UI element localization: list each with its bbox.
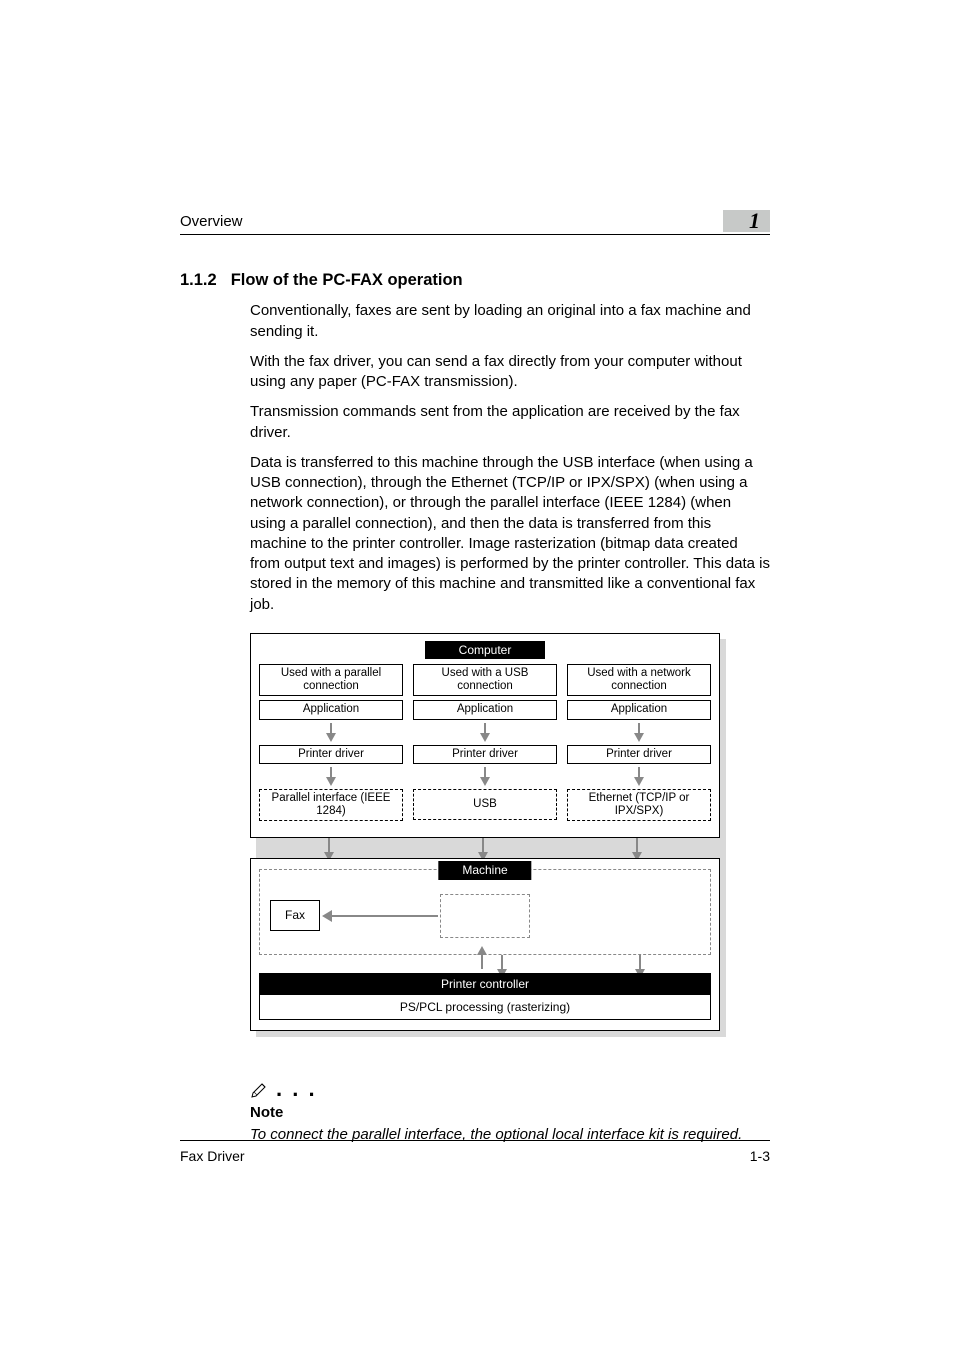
- application-box: Application: [259, 700, 403, 719]
- column-header: Used with a network connection: [567, 664, 711, 696]
- machine-internal-box: [440, 894, 530, 938]
- computer-box: Computer Used with a parallel connection…: [250, 633, 720, 839]
- rasterizing-label: PS/PCL processing (rasterizing): [260, 995, 710, 1019]
- column-header: Used with a USB connection: [413, 664, 557, 696]
- printer-driver-box: Printer driver: [567, 745, 711, 764]
- paragraph: Transmission commands sent from the appl…: [250, 402, 770, 443]
- paragraph: Conventionally, faxes are sent by loadin…: [250, 301, 770, 342]
- paragraph: With the fax driver, you can send a fax …: [250, 352, 770, 393]
- arrow-down-icon: [480, 733, 490, 742]
- printer-driver-box: Printer driver: [259, 745, 403, 764]
- arrow-up-icon: [477, 946, 487, 955]
- note-pencil-icon: [250, 1079, 270, 1099]
- application-box: Application: [413, 700, 557, 719]
- machine-label: Machine: [438, 861, 531, 879]
- chapter-badge: 1: [723, 210, 770, 232]
- note-label: Note: [250, 1103, 770, 1123]
- page-footer: Fax Driver 1-3: [180, 1140, 770, 1166]
- interface-box: USB: [413, 789, 557, 820]
- computer-label: Computer: [425, 641, 546, 659]
- interface-box: Parallel interface (IEEE 1284): [259, 789, 403, 821]
- arrow-left-icon: [322, 910, 332, 922]
- column-parallel: Used with a parallel connection Applicat…: [259, 664, 403, 821]
- column-header: Used with a parallel connection: [259, 664, 403, 696]
- body-text: Conventionally, faxes are sent by loadin…: [250, 301, 770, 615]
- fax-box: Fax: [270, 900, 320, 930]
- arrow-down-icon: [326, 777, 336, 786]
- column-network: Used with a network connection Applicati…: [567, 664, 711, 821]
- flow-diagram: Computer Used with a parallel connection…: [250, 633, 770, 1031]
- printer-driver-box: Printer driver: [413, 745, 557, 764]
- note-block: . . . Note To connect the parallel inter…: [250, 1079, 770, 1146]
- arrow-down-icon: [634, 777, 644, 786]
- arrow-down-icon: [480, 777, 490, 786]
- arrow-down-icon: [634, 733, 644, 742]
- footer-left: Fax Driver: [180, 1147, 245, 1166]
- column-usb: Used with a USB connection Application P…: [413, 664, 557, 821]
- printer-controller-label: Printer controller: [260, 974, 710, 994]
- section-number: 1.1.2: [180, 269, 217, 291]
- footer-right: 1-3: [750, 1147, 770, 1166]
- section-title: Flow of the PC-FAX operation: [231, 269, 463, 291]
- page-header: Overview 1: [180, 210, 770, 235]
- ellipsis-icon: . . .: [276, 1084, 317, 1094]
- arrow-down-icon: [326, 733, 336, 742]
- breadcrumb: Overview: [180, 212, 243, 232]
- interface-box: Ethernet (TCP/IP or IPX/SPX): [567, 789, 711, 821]
- paragraph: Data is transferred to this machine thro…: [250, 453, 770, 615]
- application-box: Application: [567, 700, 711, 719]
- printer-controller-box: Printer controller PS/PCL processing (ra…: [259, 973, 711, 1019]
- machine-box: Machine Fax: [250, 858, 720, 1030]
- section-heading: 1.1.2 Flow of the PC-FAX operation: [180, 269, 770, 291]
